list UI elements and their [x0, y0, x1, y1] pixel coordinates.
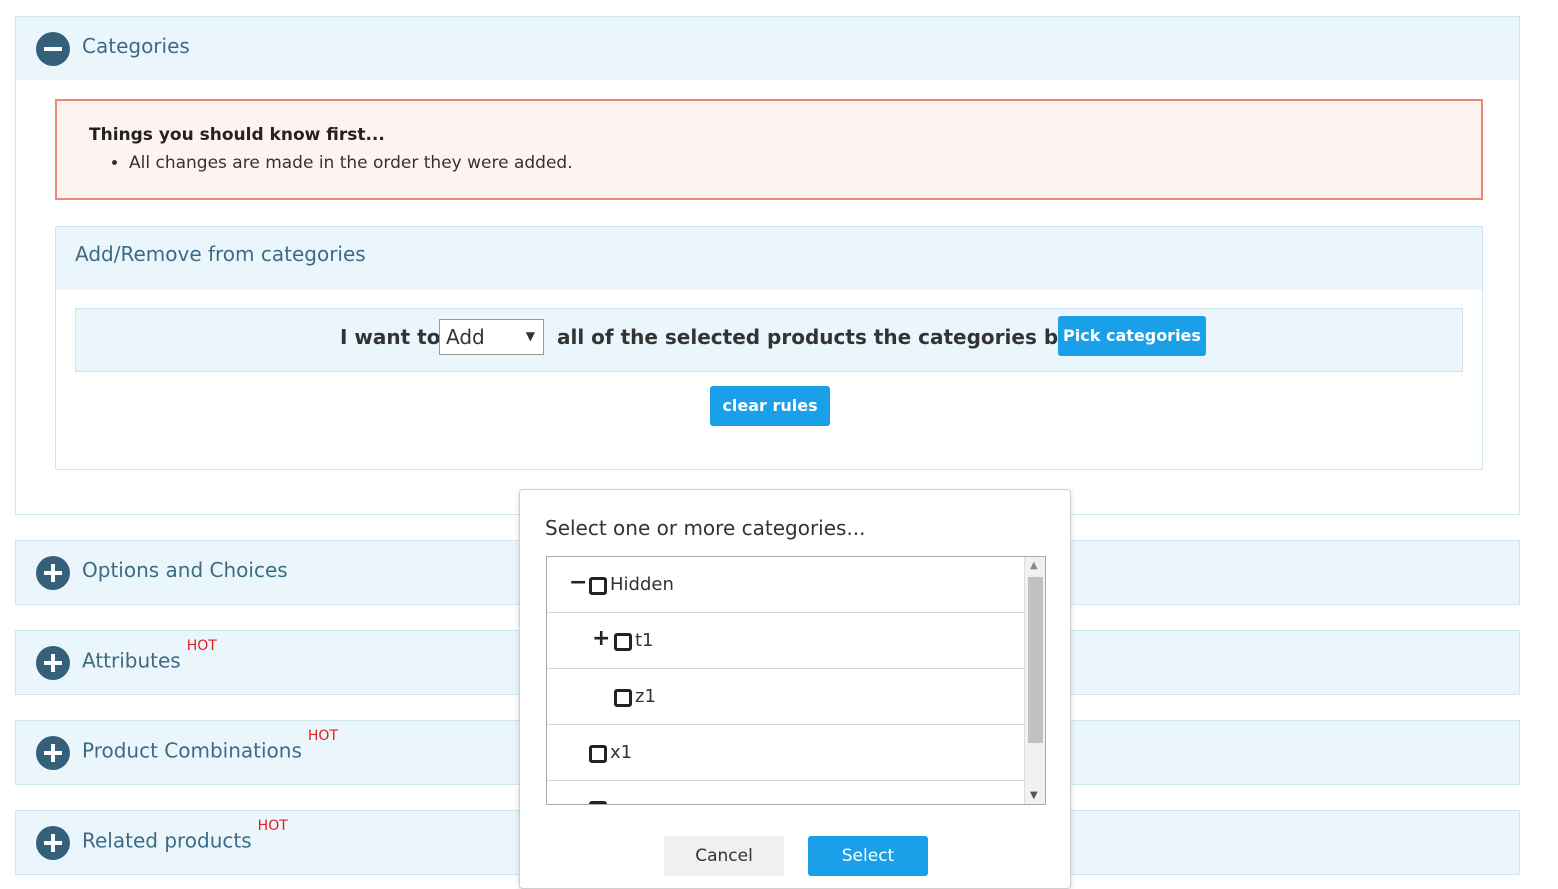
info-notice: Things you should know first... All chan…	[55, 99, 1483, 200]
checkbox[interactable]	[589, 745, 607, 763]
rule-suffix: all of the selected products the categor…	[557, 325, 1111, 349]
hot-badge: HOT	[186, 638, 217, 654]
tree-item-label: x1	[610, 742, 633, 763]
panel-title: Related productsHOT	[82, 818, 288, 853]
tree-item-partial[interactable]	[547, 781, 1024, 804]
pick-categories-button[interactable]: Pick categories	[1058, 316, 1206, 356]
subpanel-title: Add/Remove from categories	[75, 242, 366, 266]
checkbox[interactable]	[589, 801, 607, 804]
categories-panel-header[interactable]: Categories	[16, 17, 1519, 80]
tree-scrollbar[interactable]: ▲ ▼	[1024, 557, 1045, 804]
scroll-down-icon[interactable]: ▼	[1030, 790, 1038, 801]
category-tree[interactable]: − Hidden + t1 z1 x1 ▲ ▼	[546, 556, 1046, 805]
checkbox[interactable]	[614, 689, 632, 707]
rule-row: I want to Add ▼ all of the selected prod…	[75, 308, 1463, 372]
collapse-minus-icon[interactable]: −	[569, 570, 587, 595]
tree-item-hidden[interactable]: − Hidden	[547, 557, 1024, 613]
tree-item-z1[interactable]: z1	[547, 669, 1024, 725]
hot-badge: HOT	[257, 818, 288, 834]
tree-item-label: Hidden	[610, 574, 674, 595]
tree-item-label: z1	[635, 686, 656, 707]
categories-panel: Categories Things you should know first.…	[15, 16, 1520, 515]
dialog-title: Select one or more categories...	[545, 516, 866, 540]
select-button[interactable]: Select	[808, 836, 928, 876]
cancel-button[interactable]: Cancel	[664, 836, 784, 876]
scroll-up-icon[interactable]: ▲	[1030, 560, 1038, 571]
hot-badge: HOT	[307, 728, 339, 744]
tree-item-label: t1	[635, 630, 654, 651]
subpanel-header: Add/Remove from categories	[56, 227, 1482, 290]
panel-title: Categories	[82, 34, 190, 58]
expand-icon[interactable]	[36, 556, 70, 590]
panel-title: Product CombinationsHOT	[82, 728, 339, 763]
expand-icon[interactable]	[36, 826, 70, 860]
panel-title: Options and Choices	[82, 558, 288, 582]
action-select[interactable]: Add ▼	[439, 319, 544, 355]
notice-title: Things you should know first...	[89, 125, 385, 145]
expand-icon[interactable]	[36, 736, 70, 770]
tree-item-t1[interactable]: + t1	[547, 613, 1024, 669]
checkbox[interactable]	[589, 577, 607, 595]
notice-item: All changes are made in the order they w…	[129, 153, 573, 173]
expand-icon[interactable]	[36, 646, 70, 680]
rule-prefix: I want to	[340, 325, 441, 349]
dropdown-arrow-icon: ▼	[525, 329, 535, 343]
tree-item-x1[interactable]: x1	[547, 725, 1024, 781]
checkbox[interactable]	[614, 633, 632, 651]
clear-rules-button[interactable]: clear rules	[710, 386, 830, 426]
action-select-value: Add	[446, 325, 485, 349]
category-picker-dialog: Select one or more categories... − Hidde…	[519, 489, 1071, 889]
collapse-icon[interactable]	[36, 32, 70, 66]
panel-title: AttributesHOT	[82, 638, 217, 673]
notice-list: All changes are made in the order they w…	[107, 153, 573, 173]
scroll-thumb[interactable]	[1028, 577, 1043, 743]
add-remove-subpanel: Add/Remove from categories I want to Add…	[55, 226, 1483, 470]
expand-plus-icon[interactable]: +	[592, 626, 610, 651]
